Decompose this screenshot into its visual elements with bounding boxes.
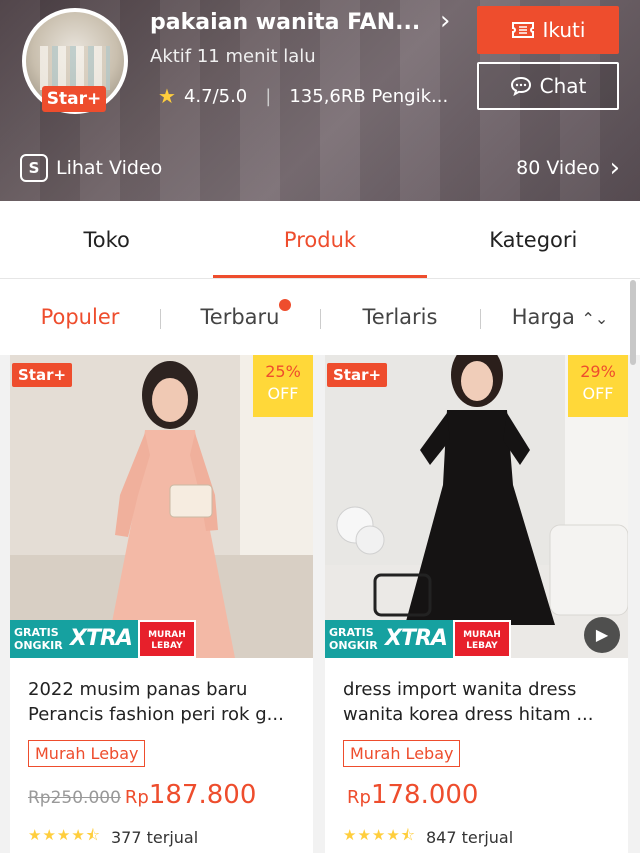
filter-label: Terlaris <box>362 305 438 329</box>
chat-bubble-icon <box>510 76 531 96</box>
star-plus-badge: Star+ <box>12 363 73 387</box>
filter-populer[interactable]: Populer <box>0 305 160 329</box>
shop-followers: 135,6RB Pengik... <box>289 85 449 107</box>
chevron-right-icon: › <box>609 153 620 183</box>
promo-banner: GRATIS ONGKIR XTRA MURAH LEBAY <box>10 620 210 658</box>
video-icon: S <box>20 154 48 182</box>
murah-lebay-label: MURAH LEBAY <box>137 620 196 658</box>
sort-filters: Populer Terbaru Terlaris Harga ⌃⌄ <box>0 279 640 355</box>
price-currency: Rp <box>124 787 149 808</box>
sort-arrows-icon: ⌃⌄ <box>581 309 609 328</box>
tab-produk[interactable]: Produk <box>213 201 427 278</box>
price-row: Rp250.000 Rp 187.800 <box>28 780 256 810</box>
xtra-label: XTRA <box>64 620 138 658</box>
price-currency: Rp <box>347 787 371 808</box>
product-image[interactable]: Star+ 29% OFF GRATIS ONGKIR XTRA MURAH L… <box>325 355 628 658</box>
follow-label: Ikuti <box>542 18 586 42</box>
discount-tag: 29% OFF <box>568 355 628 417</box>
filter-label: Terbaru <box>200 305 280 329</box>
discount-percent: 25% <box>265 362 301 381</box>
filter-harga[interactable]: Harga ⌃⌄ <box>480 305 640 329</box>
active-status: Aktif 11 menit lalu <box>150 46 316 67</box>
filter-terlaris[interactable]: Terlaris <box>320 305 480 329</box>
xtra-label: XTRA <box>379 620 453 658</box>
ticket-icon <box>511 22 534 38</box>
discount-tag: 25% OFF <box>253 355 313 417</box>
filter-terbaru[interactable]: Terbaru <box>160 299 320 329</box>
chat-button[interactable]: Chat <box>477 62 619 110</box>
current-price: 187.800 <box>148 780 257 810</box>
free-shipping-label: GRATIS ONGKIR <box>10 620 64 658</box>
shop-name[interactable]: pakaian wanita FAN... <box>150 10 420 35</box>
price-row: Rp 178.000 <box>343 780 478 810</box>
current-price: 178.000 <box>370 780 479 810</box>
discount-off: OFF <box>582 384 614 403</box>
star-plus-badge: Star+ <box>42 86 106 112</box>
product-title[interactable]: dress import wanita dress wanita korea d… <box>343 677 615 727</box>
tab-kategori[interactable]: Kategori <box>427 201 640 278</box>
shop-header: Star+ pakaian wanita FAN... › Aktif 11 m… <box>0 0 640 201</box>
shop-tabs: Toko Produk Kategori <box>0 201 640 279</box>
sold-row: ★★★★⯪ 377 terjual <box>28 825 198 850</box>
video-count: 80 Video <box>516 157 600 179</box>
shop-rating: 4.7/5.0 <box>183 85 248 107</box>
murah-lebay-tag: Murah Lebay <box>28 740 146 767</box>
murah-lebay-tag: Murah Lebay <box>343 740 461 767</box>
watch-video-label: Lihat Video <box>56 157 163 179</box>
watch-video-link[interactable]: S Lihat Video <box>20 154 162 182</box>
product-image[interactable]: Star+ 25% OFF GRATIS ONGKIR XTRA MURAH L… <box>10 355 313 658</box>
murah-lebay-label: MURAH LEBAY <box>452 620 511 658</box>
free-shipping-label: GRATIS ONGKIR <box>325 620 379 658</box>
rating-stars-icon: ★★★★⯪ <box>28 826 101 844</box>
promo-banner: GRATIS ONGKIR XTRA MURAH LEBAY <box>325 620 525 658</box>
chevron-right-icon[interactable]: › <box>440 6 450 36</box>
scrollbar[interactable] <box>630 280 636 365</box>
discount-percent: 29% <box>580 362 616 381</box>
play-video-icon[interactable]: ▶ <box>584 617 620 653</box>
divider: | <box>265 85 272 107</box>
tab-toko[interactable]: Toko <box>0 201 213 278</box>
star-plus-badge: Star+ <box>327 363 388 387</box>
sold-row: ★★★★⯪ 847 terjual <box>343 825 513 850</box>
filter-label: Populer <box>40 305 120 329</box>
discount-off: OFF <box>267 384 299 403</box>
video-count-link[interactable]: 80 Video › <box>516 153 620 183</box>
sold-count: 377 terjual <box>111 828 199 847</box>
new-indicator-dot <box>279 299 292 311</box>
product-title[interactable]: 2022 musim panas baru Perancis fashion p… <box>28 677 300 727</box>
sold-count: 847 terjual <box>426 828 514 847</box>
product-card[interactable]: Star+ 25% OFF GRATIS ONGKIR XTRA MURAH L… <box>10 355 313 853</box>
shop-stats: ★ 4.7/5.0 | 135,6RB Pengik... <box>158 84 448 108</box>
rating-stars-icon: ★★★★⯪ <box>343 826 416 844</box>
star-icon: ★ <box>158 84 176 108</box>
chat-label: Chat <box>539 74 587 98</box>
product-card[interactable]: Star+ 29% OFF GRATIS ONGKIR XTRA MURAH L… <box>325 355 628 853</box>
follow-button[interactable]: Ikuti <box>477 6 619 54</box>
video-row[interactable]: S Lihat Video 80 Video › <box>0 140 640 196</box>
filter-label: Harga <box>511 305 575 329</box>
original-price: Rp250.000 <box>28 788 121 808</box>
